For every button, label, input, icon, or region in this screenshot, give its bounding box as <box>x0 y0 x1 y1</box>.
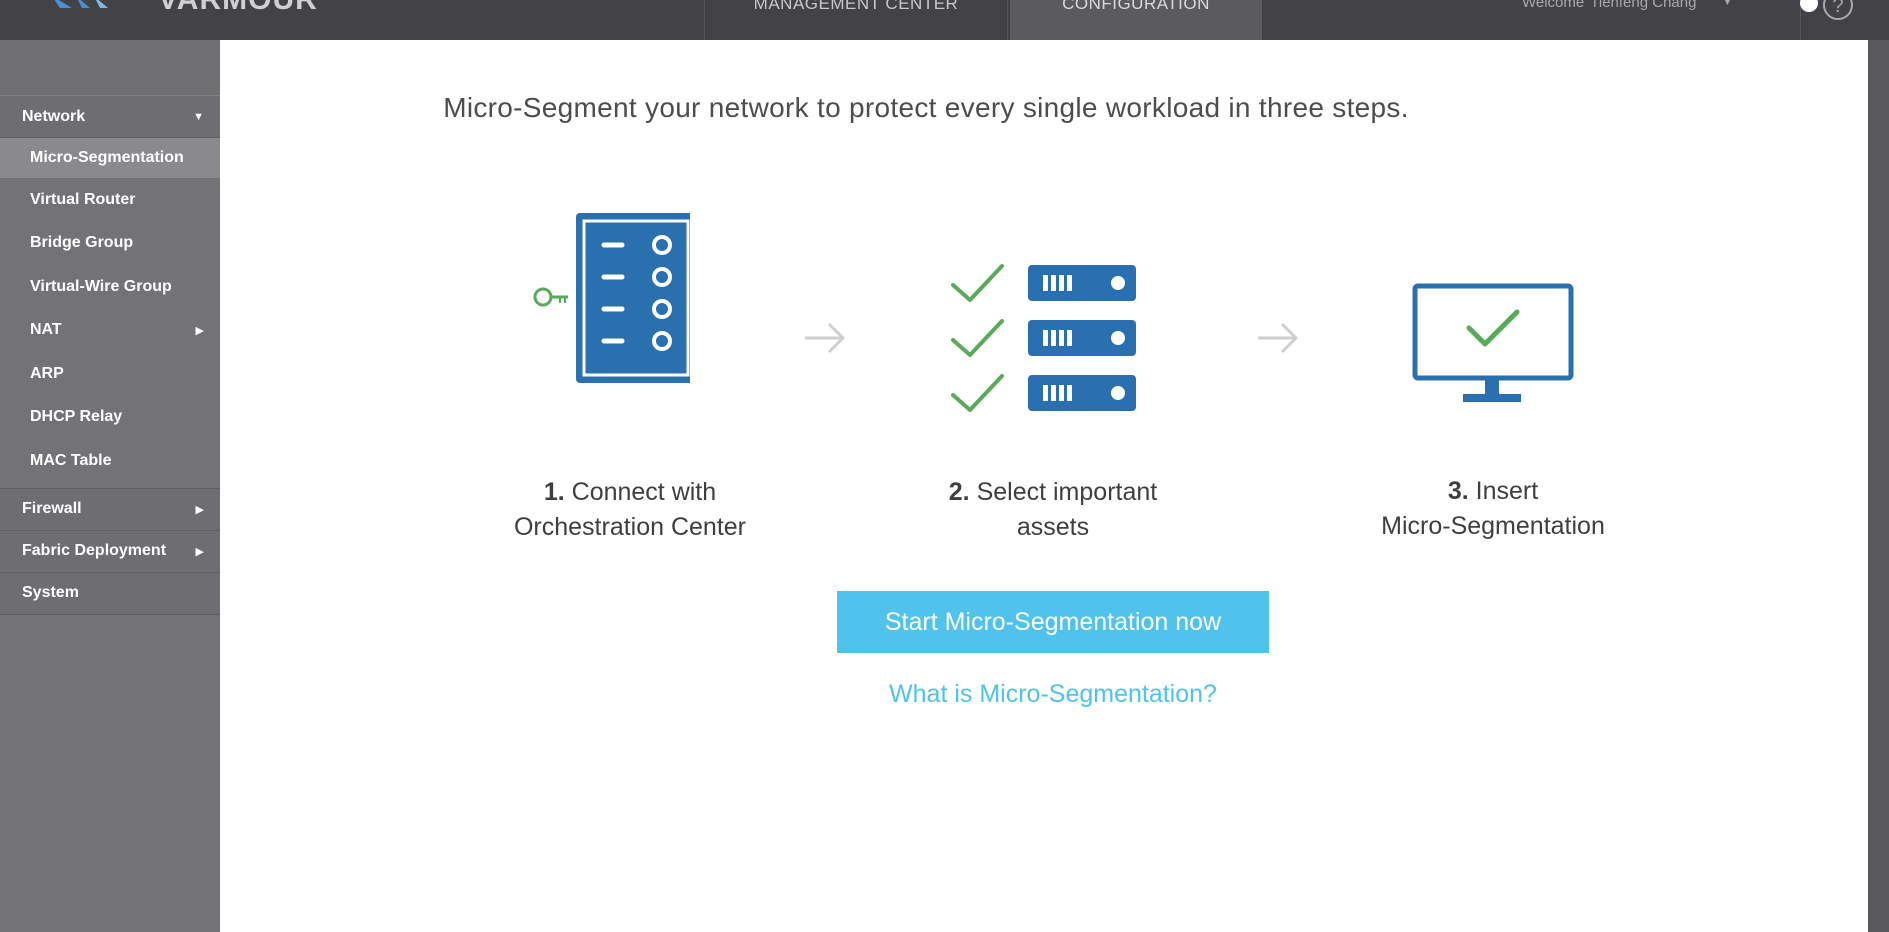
sidebar-item-label: NAT <box>30 321 62 339</box>
page-headline: Micro-Segment your network to protect ev… <box>443 92 1409 123</box>
step-1-label: 1. Connect with Orchestration Center <box>460 475 800 545</box>
caret-right-icon: ▶ <box>195 545 204 558</box>
step-3-label: 3. Insert Micro-Segmentation <box>1323 474 1663 544</box>
main-content: Micro-Segment your network to protect ev… <box>220 40 1889 932</box>
sidebar-item-label: MAC Table <box>30 451 112 469</box>
window-edge <box>1868 40 1889 932</box>
step-number: 2. <box>948 478 970 506</box>
step-text-line2: Micro-Segmentation <box>1381 512 1605 540</box>
user-name: Tienfeng Chang <box>1590 0 1697 11</box>
step-2-label: 2. Select important assets <box>883 475 1223 545</box>
step-text-line2: assets <box>1016 513 1090 541</box>
caret-right-icon: ▶ <box>195 324 204 337</box>
arrow-right-icon <box>805 322 846 354</box>
sidebar-item-mac-table[interactable]: MAC Table <box>0 439 220 483</box>
sidebar-item-label: Virtual Router <box>30 190 136 208</box>
sidebar-section-label: System <box>22 584 79 601</box>
tab-management-center[interactable]: MANAGEMENT CENTER <box>704 0 1008 40</box>
step-text-line1: Connect with <box>571 478 717 506</box>
start-micro-segmentation-button[interactable]: Start Micro-Segmentation now <box>837 591 1269 653</box>
step-number: 3. <box>1447 477 1469 505</box>
sidebar-item-label: Bridge Group <box>30 234 134 252</box>
select-assets-icon <box>951 264 1136 412</box>
tab-label: MANAGEMENT CENTER <box>753 0 959 13</box>
sidebar-section-label: Fabric Deployment <box>22 542 167 559</box>
app-logo[interactable]: VARMOUR <box>50 0 318 16</box>
sidebar-section-fabric-deployment[interactable]: Fabric Deployment ▶ <box>0 530 220 573</box>
chevron-down-icon: ▼ <box>1722 0 1733 8</box>
sidebar-item-nat[interactable]: NAT ▶ <box>0 309 220 353</box>
sidebar-section-system[interactable]: System <box>0 572 220 615</box>
step-text-line2: Orchestration Center <box>513 513 747 541</box>
tab-configuration[interactable]: CONFIGURATION <box>1010 0 1262 40</box>
sidebar-section-network[interactable]: Network ▼ <box>0 96 220 138</box>
tab-label: CONFIGURATION <box>1062 0 1210 13</box>
what-is-micro-segmentation-link[interactable]: What is Micro-Segmentation? <box>837 680 1269 709</box>
varmour-logo-icon <box>54 0 108 8</box>
sidebar-item-virtual-wire-group[interactable]: Virtual-Wire Group <box>0 265 220 309</box>
step-text-line1: Select important <box>976 478 1158 506</box>
user-menu[interactable]: Welcome Tienfeng Chang ▼ <box>1522 0 1732 11</box>
sidebar-section-label: Firewall <box>22 500 82 517</box>
sidebar: Network ▼ Micro-Segmentation Virtual Rou… <box>0 40 220 932</box>
welcome-label: Welcome <box>1522 0 1585 11</box>
user-status-icon <box>1800 0 1818 12</box>
sidebar-section-firewall[interactable]: Firewall ▶ <box>0 488 220 531</box>
caret-right-icon: ▶ <box>195 503 204 516</box>
sidebar-item-label: ARP <box>30 364 64 382</box>
help-icon[interactable]: ? <box>1823 0 1853 20</box>
sidebar-item-bridge-group[interactable]: Bridge Group <box>0 222 220 266</box>
server-with-key-icon <box>533 213 690 383</box>
step-text-line1: Insert <box>1475 477 1539 505</box>
logo-text: VARMOUR <box>158 0 318 17</box>
top-navigation-bar: VARMOUR MANAGEMENT CENTER CONFIGURATION … <box>0 0 1889 40</box>
step-number: 1. <box>543 478 565 506</box>
monitor-check-icon <box>1412 283 1574 402</box>
sidebar-item-arp[interactable]: ARP <box>0 352 220 396</box>
sidebar-header <box>0 40 220 96</box>
sidebar-item-micro-segmentation[interactable]: Micro-Segmentation <box>0 138 220 178</box>
arrow-right-icon <box>1258 322 1299 354</box>
sidebar-section-label: Network <box>22 107 86 125</box>
sidebar-item-dhcp-relay[interactable]: DHCP Relay <box>0 396 220 440</box>
caret-down-icon: ▼ <box>193 110 204 123</box>
sidebar-item-label: DHCP Relay <box>30 408 123 426</box>
sidebar-item-label: Micro-Segmentation <box>30 149 184 166</box>
sidebar-item-virtual-router[interactable]: Virtual Router <box>0 178 220 222</box>
sidebar-item-label: Virtual-Wire Group <box>30 277 172 295</box>
